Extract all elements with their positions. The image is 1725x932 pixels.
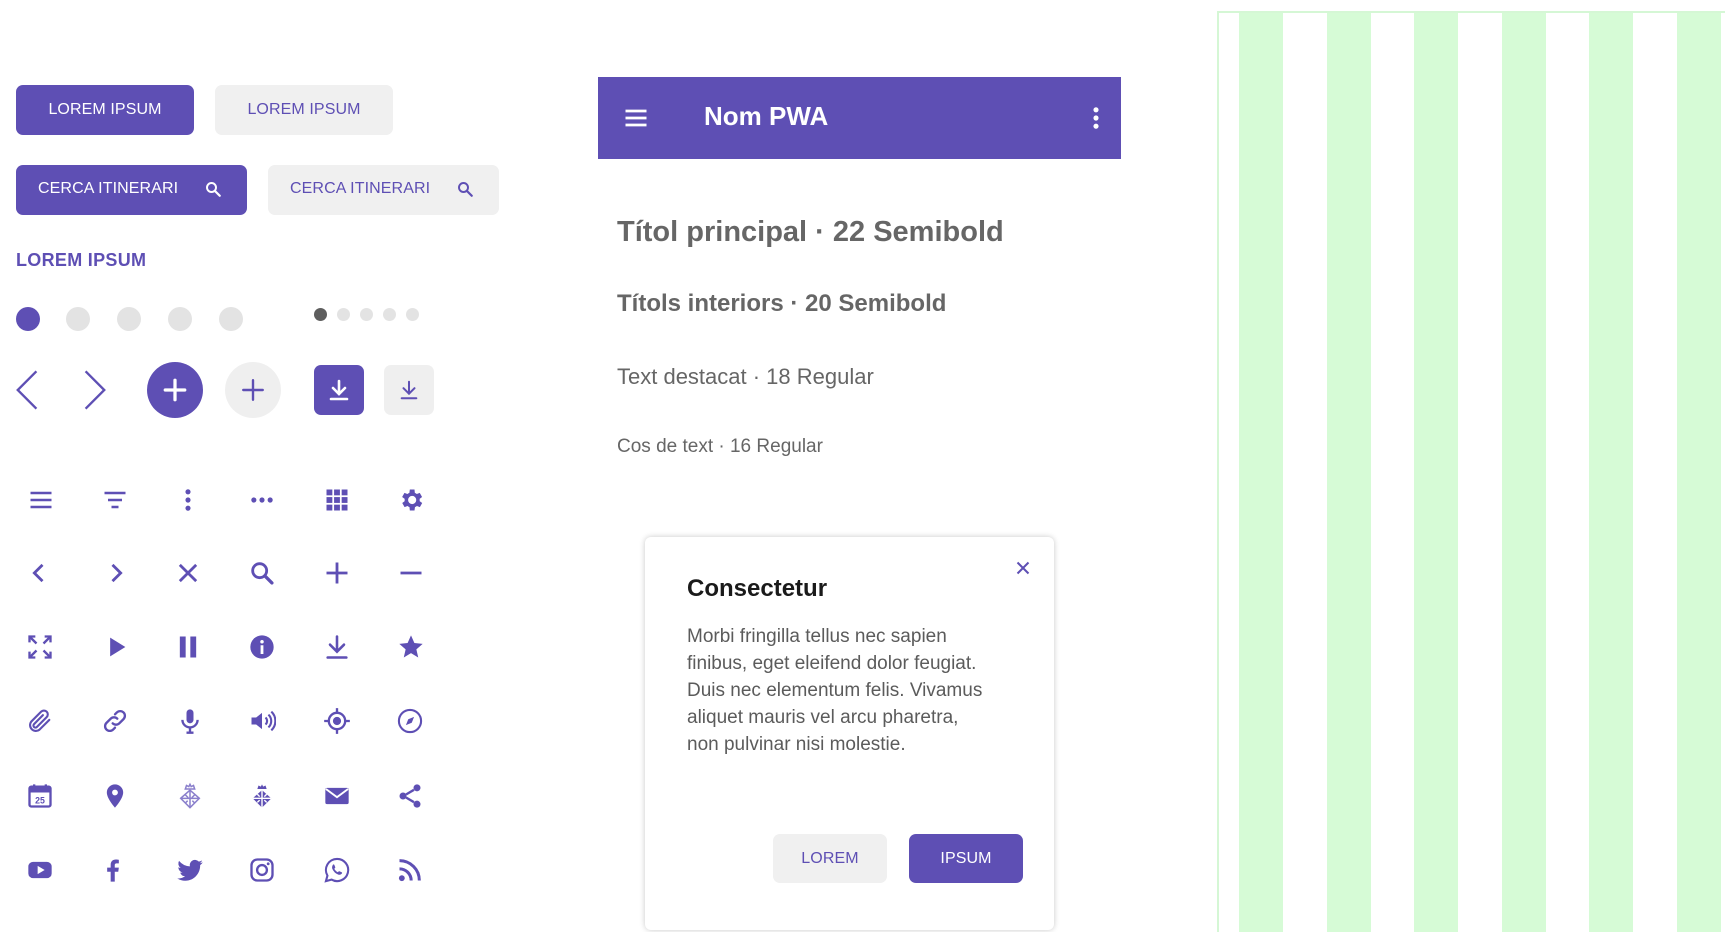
- barcelona-crest-outline-icon[interactable]: [175, 781, 205, 811]
- typography-h2-sample: Títols interiors · 20 Semibold: [617, 290, 947, 317]
- text-link-button[interactable]: LOREM IPSUM: [16, 250, 146, 271]
- pagination-dot[interactable]: [337, 308, 350, 321]
- barcelona-crest-icon[interactable]: [247, 781, 277, 811]
- chevron-left-icon[interactable]: [24, 558, 54, 588]
- secondary-button-label: LOREM IPSUM: [247, 101, 361, 118]
- pagination-dot[interactable]: [383, 308, 396, 321]
- pagination-dot[interactable]: [66, 307, 90, 331]
- pagination-dot[interactable]: [360, 308, 373, 321]
- more-vert-icon[interactable]: [173, 485, 203, 515]
- typography-h1-sample: Títol principal · 22 Semibold: [617, 216, 1004, 248]
- fullscreen-icon[interactable]: [25, 632, 55, 662]
- apps-grid-icon[interactable]: [322, 485, 352, 515]
- close-icon[interactable]: [173, 558, 203, 588]
- gps-target-icon[interactable]: [322, 706, 352, 736]
- dialog-title: Consectetur: [687, 575, 828, 602]
- gear-icon[interactable]: [396, 485, 426, 515]
- dialog-confirm-label: IPSUM: [940, 849, 992, 867]
- pagination-dot-active[interactable]: [16, 307, 40, 331]
- facebook-icon[interactable]: [98, 855, 128, 885]
- download-button-primary[interactable]: [314, 365, 364, 415]
- close-icon[interactable]: [1012, 557, 1034, 579]
- dialog-cancel-button[interactable]: LOREM: [773, 834, 887, 883]
- link-icon[interactable]: [100, 706, 130, 736]
- volume-icon[interactable]: [247, 706, 277, 736]
- dialog: Consectetur Morbi fringilla tellus nec s…: [645, 537, 1054, 930]
- download-icon: [329, 379, 349, 401]
- download-icon: [400, 380, 418, 400]
- dialog-body: Morbi fringilla tellus nec sapien finibu…: [687, 626, 983, 755]
- map-pin-icon[interactable]: [100, 781, 130, 811]
- pagination-dot-active[interactable]: [314, 308, 327, 321]
- pagination-dot[interactable]: [406, 308, 419, 321]
- pagination-dot[interactable]: [168, 307, 192, 331]
- mail-icon[interactable]: [322, 781, 352, 811]
- search-itinerary-label: CERCA ITINERARI: [38, 180, 179, 197]
- youtube-icon[interactable]: [25, 855, 55, 885]
- microphone-icon[interactable]: [175, 706, 205, 736]
- share-icon[interactable]: [395, 781, 425, 811]
- typography-highlight-sample: Text destacat · 18 Regular: [617, 364, 874, 389]
- plus-icon: [242, 379, 264, 401]
- grid-column: [1327, 13, 1371, 932]
- carousel-prev-arrow[interactable]: [14, 369, 42, 411]
- grid-column: [1414, 13, 1458, 932]
- menu-icon[interactable]: [622, 104, 650, 132]
- dialog-cancel-label: LOREM: [801, 849, 859, 867]
- grid-column: [1677, 13, 1721, 932]
- compass-icon[interactable]: [395, 706, 425, 736]
- secondary-button[interactable]: LOREM IPSUM: [215, 85, 393, 135]
- attachment-icon[interactable]: [25, 706, 55, 736]
- star-icon[interactable]: [396, 632, 426, 662]
- dialog-confirm-button[interactable]: IPSUM: [909, 834, 1023, 883]
- menu-icon[interactable]: [26, 485, 56, 515]
- pagination-dot[interactable]: [117, 307, 141, 331]
- instagram-icon[interactable]: [247, 855, 277, 885]
- fab-add-button-primary[interactable]: [147, 362, 203, 418]
- typography-body-sample: Cos de text · 16 Regular: [617, 436, 823, 457]
- carousel-next-arrow[interactable]: [80, 369, 108, 411]
- grid-column: [1502, 13, 1546, 932]
- fab-add-button-secondary[interactable]: [225, 362, 281, 418]
- twitter-icon[interactable]: [175, 855, 205, 885]
- chevron-right-icon[interactable]: [101, 558, 131, 588]
- search-icon: [458, 182, 473, 197]
- app-bar: Nom PWA: [598, 77, 1121, 159]
- grid-column: [1239, 13, 1283, 932]
- rss-icon[interactable]: [395, 855, 425, 885]
- info-icon[interactable]: [247, 632, 277, 662]
- search-itinerary-label: CERCA ITINERARI: [290, 180, 431, 197]
- primary-button[interactable]: LOREM IPSUM: [16, 85, 194, 135]
- download-icon[interactable]: [322, 632, 352, 662]
- whatsapp-icon[interactable]: [322, 855, 352, 885]
- minus-icon[interactable]: [396, 558, 426, 588]
- calendar-day: 25: [35, 796, 45, 806]
- pause-icon[interactable]: [173, 632, 203, 662]
- layout-grid-overlay: [1217, 11, 1725, 932]
- plus-icon: [163, 378, 187, 402]
- plus-icon[interactable]: [322, 558, 352, 588]
- more-vert-icon[interactable]: [1082, 104, 1110, 132]
- app-title: Nom PWA: [704, 101, 829, 131]
- grid-column: [1589, 13, 1633, 932]
- play-icon[interactable]: [101, 632, 131, 662]
- more-horiz-icon[interactable]: [247, 485, 277, 515]
- search-itinerary-button-secondary[interactable]: CERCA ITINERARI: [268, 165, 499, 215]
- calendar-icon[interactable]: 25: [25, 781, 55, 811]
- primary-button-label: LOREM IPSUM: [48, 101, 162, 118]
- download-button-secondary[interactable]: [384, 365, 434, 415]
- pagination-dot[interactable]: [219, 307, 243, 331]
- search-itinerary-button-primary[interactable]: CERCA ITINERARI: [16, 165, 247, 215]
- filter-icon[interactable]: [100, 485, 130, 515]
- search-icon: [206, 182, 221, 197]
- search-icon[interactable]: [247, 558, 277, 588]
